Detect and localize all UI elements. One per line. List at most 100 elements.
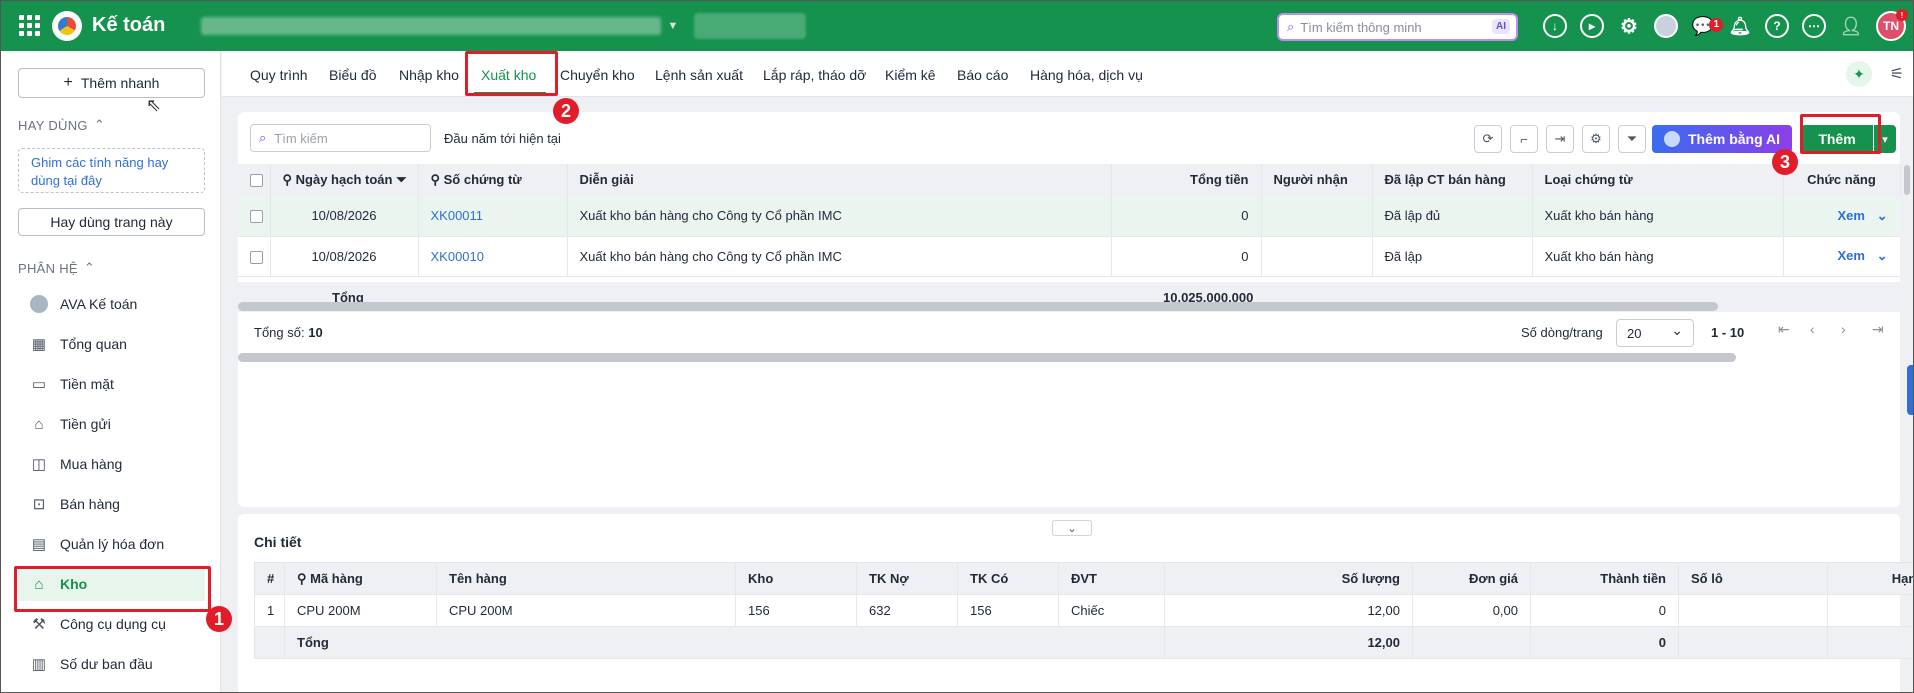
col-quantity[interactable]: Số lượng [1164, 562, 1413, 595]
sidebar-item-opening-balance[interactable]: ▥ Số dư ban đầu [18, 647, 205, 681]
period-filter[interactable]: Đầu năm tới hiện tại [444, 131, 561, 146]
next-page-icon[interactable]: › [1841, 321, 1846, 337]
help-icon[interactable]: ? [1765, 14, 1789, 38]
row-doc-link[interactable]: XK00011 [418, 196, 568, 237]
smart-search-input[interactable]: ⌕ Tìm kiếm thông minh AI [1277, 13, 1518, 41]
format-painter-icon[interactable]: ⌐ [1510, 125, 1538, 153]
annotation-marker-1: 1 [206, 606, 232, 632]
row-receiver [1261, 196, 1373, 237]
add-with-ai-button[interactable]: Thêm bằng AI [1652, 125, 1792, 153]
user-icon[interactable]: 👤︎ [1839, 14, 1863, 38]
collapse-chevron-icon[interactable]: ⌄ [1052, 520, 1092, 536]
table-row[interactable]: 10/08/2026 XK00011 Xuất kho bán hàng cho… [238, 196, 1900, 237]
table-row[interactable]: 10/08/2026 XK00010 Xuất kho bán hàng cho… [238, 236, 1900, 277]
row-sales-doc: Đã lập [1372, 236, 1533, 277]
app-grid-icon[interactable] [14, 11, 44, 41]
last-page-icon[interactable]: ⇥ [1872, 321, 1884, 338]
sidebar-item-overview[interactable]: ▦ Tổng quan [18, 327, 205, 361]
sidebar-item-purchase[interactable]: ◫ Mua hàng [18, 447, 205, 481]
sidebar-item-cash[interactable]: ▭ Tiền mặt [18, 367, 205, 401]
rows-per-page-select[interactable]: 20 [1616, 319, 1694, 347]
more-icon[interactable]: ⋯ [1802, 14, 1826, 38]
col-date[interactable]: ⚲ Ngày hạch toán ⏷ [270, 164, 419, 197]
export-icon[interactable]: ⇥ [1546, 125, 1574, 153]
tab-charts[interactable]: Biểu đồ [329, 67, 376, 83]
col-credit-account[interactable]: TK Có [957, 562, 1059, 595]
company-dropdown-icon[interactable]: ▼ [667, 20, 678, 32]
view-button[interactable]: Xem ⌄ [1783, 196, 1900, 237]
gear-icon[interactable]: ⚙ [1582, 125, 1610, 153]
tab-stock-in[interactable]: Nhập kho [399, 67, 459, 83]
total-count: Tổng số: 10 [254, 325, 323, 340]
tab-transfer[interactable]: Chuyển kho [560, 67, 635, 83]
detail-row[interactable]: 1 CPU 200M CPU 200M 156 632 156 Chiếc 12… [254, 594, 1914, 627]
col-doc-type[interactable]: Loại chứng từ [1532, 164, 1784, 197]
col-receiver[interactable]: Người nhận [1261, 164, 1373, 197]
footer-scrollbar[interactable] [238, 353, 1736, 362]
col-sales-doc[interactable]: Đã lập CT bán hàng [1372, 164, 1533, 197]
col-unit[interactable]: ĐVT [1058, 562, 1165, 595]
use-this-page-button[interactable]: Hay dùng trang này [18, 208, 205, 236]
tab-reports[interactable]: Báo cáo [957, 67, 1008, 83]
row-checkbox[interactable] [238, 196, 271, 237]
sidebar-item-tools[interactable]: ⚒ Công cụ dụng cụ [18, 607, 205, 641]
sidebar-item-sales[interactable]: ⊡ Bán hàng [18, 487, 205, 521]
gear-icon[interactable]: ⚙ [1617, 14, 1641, 38]
detail-total-qty: 12,00 [1164, 626, 1413, 659]
tab-production-order[interactable]: Lệnh sản xuất [655, 67, 743, 83]
col-item-code[interactable]: ⚲ Mã hàng [284, 562, 437, 595]
filter-icon: ⏷ [396, 171, 407, 187]
chevron-down-icon: ⌄ [1876, 207, 1888, 223]
prev-page-icon[interactable]: ‹ [1810, 321, 1815, 337]
side-handle[interactable] [1907, 365, 1914, 415]
bell-icon[interactable]: 🔔︎ [1728, 14, 1752, 38]
search-input[interactable]: ⌕ Tìm kiếm [250, 124, 431, 152]
first-page-icon[interactable]: ⇤ [1778, 321, 1790, 338]
select-all-checkbox[interactable] [238, 164, 271, 197]
col-index: # [254, 562, 285, 595]
chevron-down-icon: ⌄ [1876, 248, 1888, 263]
view-button[interactable]: Xem ⌄ [1783, 236, 1900, 277]
col-description[interactable]: Diễn giải [567, 164, 1112, 197]
col-item-name[interactable]: Tên hàng [436, 562, 736, 595]
voucher-table-header: ⚲ Ngày hạch toán ⏷ ⚲ Số chứng từ Diễn gi… [238, 164, 1901, 197]
sidebar-item-invoices[interactable]: ▤ Quản lý hóa đơn [18, 527, 205, 561]
tab-inventory-check[interactable]: Kiểm kê [885, 67, 936, 83]
col-total[interactable]: Tổng tiền [1111, 164, 1262, 197]
row-doc-link[interactable]: XK00010 [418, 236, 568, 277]
refresh-icon[interactable]: ⟳ [1474, 125, 1502, 153]
col-debit-account[interactable]: TK Nợ [856, 562, 958, 595]
sidebar-item-ava[interactable]: AVA Kế toán [18, 287, 205, 321]
col-unit-price[interactable]: Đơn giá [1412, 562, 1531, 595]
chat-icon[interactable]: 💬 1 [1691, 14, 1723, 38]
user-avatar[interactable]: TN! [1876, 9, 1908, 41]
tab-goods-services[interactable]: Hàng hóa, dịch vụ [1030, 67, 1143, 83]
horizontal-scrollbar[interactable] [238, 302, 1718, 311]
app-title: Kế toán [92, 14, 166, 36]
col-warehouse[interactable]: Kho [735, 562, 857, 595]
download-icon[interactable]: ↓ [1543, 14, 1567, 38]
tab-assembly[interactable]: Lắp ráp, tháo dỡ [763, 67, 866, 83]
detail-total-label: Tổng [284, 626, 1165, 659]
filter-icon[interactable]: ⏷ [1618, 125, 1646, 153]
settings-sliders-icon[interactable]: ⚟ [1890, 64, 1904, 84]
row-checkbox[interactable] [238, 236, 271, 277]
col-amount[interactable]: Thành tiền [1530, 562, 1679, 595]
annotation-marker-2: 2 [553, 98, 579, 124]
col-expiry[interactable]: Hạn sử dụng [1827, 562, 1914, 595]
lightbulb-icon[interactable]: ✦ [1846, 61, 1872, 87]
dashboard-icon: ▦ [31, 336, 47, 353]
row-total: 0 [1111, 236, 1262, 277]
col-doc-no[interactable]: ⚲ Số chứng từ [418, 164, 568, 197]
quick-add-button[interactable]: + Thêm nhanh [18, 68, 205, 98]
sidebar-item-bank[interactable]: ⌂ Tiền gửi [18, 407, 205, 441]
col-lot[interactable]: Số lô [1678, 562, 1828, 595]
ava-assistant-avatar[interactable] [1654, 14, 1678, 38]
tab-process[interactable]: Quy trình [250, 67, 308, 83]
company-name-blurred[interactable] [201, 16, 662, 35]
row-doc-type: Xuất kho bán hàng [1532, 236, 1784, 277]
frequent-section-title[interactable]: HAY DÙNG ⌃ [18, 117, 105, 133]
play-icon[interactable]: ▸ [1580, 14, 1604, 38]
modules-section-title[interactable]: PHÂN HỆ ⌃ [18, 260, 95, 276]
vertical-scrollbar[interactable] [1904, 165, 1910, 195]
